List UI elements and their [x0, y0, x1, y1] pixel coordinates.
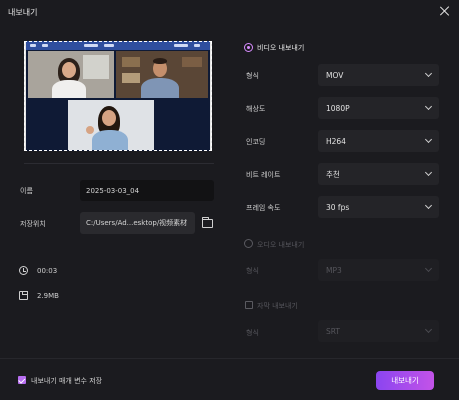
chevron-down-icon: [424, 201, 433, 210]
left-divider: [24, 163, 214, 164]
location-label: 저장위치: [20, 220, 46, 228]
encoding-select[interactable]: H264: [318, 130, 439, 152]
dialog-title: 내보내기: [8, 8, 38, 17]
subtitle-format-label: 형식: [246, 329, 259, 337]
subtitle-format-value: SRT: [326, 326, 341, 336]
duration-value: 00:03: [37, 267, 58, 275]
chevron-down-icon: [424, 264, 433, 273]
name-label: 이름: [20, 187, 33, 195]
resolution-label: 해상도: [246, 105, 266, 113]
bitrate-value: 추천: [326, 169, 340, 179]
title-bar: 내보내기: [0, 0, 459, 24]
bitrate-select[interactable]: 추천: [318, 163, 439, 185]
chevron-down-icon: [424, 102, 433, 111]
audio-format-select[interactable]: MP3: [318, 259, 439, 281]
location-field[interactable]: C:/Users/Ad...esktop/视频素材: [80, 212, 195, 234]
export-button[interactable]: 내보내기: [376, 371, 434, 390]
folder-icon[interactable]: [202, 217, 213, 228]
video-preview: [24, 41, 212, 151]
format-select[interactable]: MOV: [318, 64, 439, 86]
audio-export-label: 오디오 내보내기: [257, 241, 305, 249]
subtitle-format-select[interactable]: SRT: [318, 320, 439, 342]
file-size-icon: [19, 291, 28, 300]
video-export-radio[interactable]: [244, 43, 253, 52]
framerate-label: 프레임 속도: [246, 204, 281, 212]
format-value: MOV: [326, 70, 344, 80]
chevron-down-icon: [424, 168, 433, 177]
framerate-value: 30 fps: [326, 202, 350, 212]
framerate-select[interactable]: 30 fps: [318, 196, 439, 218]
chevron-down-icon: [424, 135, 433, 144]
resolution-select[interactable]: 1080P: [318, 97, 439, 119]
audio-format-value: MP3: [326, 265, 342, 275]
audio-export-radio[interactable]: [244, 239, 253, 248]
chevron-down-icon: [424, 69, 433, 78]
bitrate-label: 비트 레이트: [246, 171, 281, 179]
clock-icon: [19, 266, 28, 275]
subtitle-export-label: 자막 내보내기: [257, 302, 298, 310]
format-label: 형식: [246, 72, 259, 80]
subtitle-export-checkbox[interactable]: [245, 301, 253, 309]
encoding-value: H264: [326, 136, 346, 146]
chevron-down-icon: [424, 325, 433, 334]
footer-divider: [0, 358, 459, 359]
encoding-label: 인코딩: [246, 138, 266, 146]
name-input[interactable]: 2025-03-03_04: [80, 180, 214, 201]
close-icon[interactable]: [439, 5, 451, 17]
audio-format-label: 형식: [246, 267, 259, 275]
resolution-value: 1080P: [326, 103, 350, 113]
file-size-value: 2.9MB: [37, 292, 59, 300]
video-export-label: 비디오 내보내기: [257, 44, 305, 52]
save-params-label: 내보내기 매개 변수 저장: [31, 377, 103, 385]
save-params-checkbox[interactable]: [18, 376, 26, 384]
